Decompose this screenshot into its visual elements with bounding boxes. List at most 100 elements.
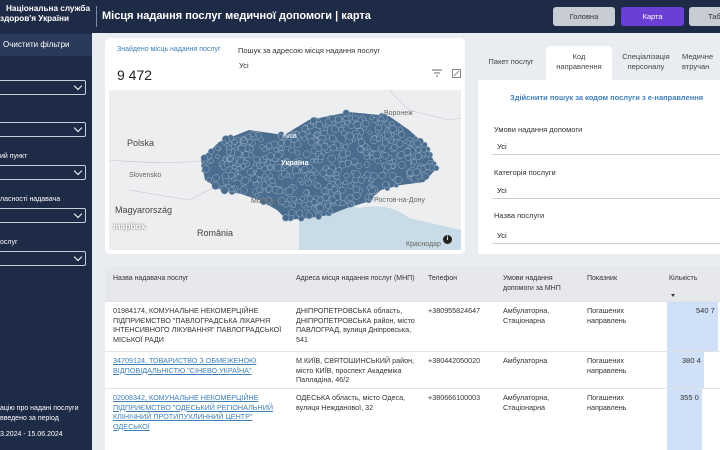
home-button[interactable]: Головна bbox=[553, 7, 615, 26]
map-marker[interactable] bbox=[227, 156, 233, 162]
map-marker[interactable] bbox=[241, 176, 250, 185]
map-marker[interactable] bbox=[241, 136, 246, 142]
map-marker[interactable] bbox=[335, 179, 342, 186]
map-marker[interactable] bbox=[215, 154, 220, 159]
tab-medical-intervention[interactable]: Медичне втручан bbox=[682, 46, 720, 80]
map-marker[interactable] bbox=[410, 163, 415, 168]
map-marker[interactable] bbox=[208, 148, 215, 155]
map-marker[interactable] bbox=[377, 120, 384, 126]
table-row[interactable]: 01984174, КОМУНАЛЬНЕ НЕКОМЕРЦІЙНЕ ПІДПРИ… bbox=[105, 301, 720, 351]
map-marker[interactable] bbox=[342, 180, 348, 185]
map-marker[interactable] bbox=[305, 212, 313, 220]
map-marker[interactable] bbox=[353, 185, 361, 193]
map-marker[interactable] bbox=[299, 180, 305, 186]
map-marker[interactable] bbox=[289, 173, 295, 179]
sort-desc-icon[interactable] bbox=[671, 294, 675, 297]
map-marker[interactable] bbox=[299, 130, 306, 138]
category-select[interactable]: Усі bbox=[492, 182, 720, 199]
map-marker[interactable] bbox=[265, 142, 273, 149]
filter-2-select[interactable] bbox=[0, 122, 86, 137]
filter-1-select[interactable] bbox=[0, 80, 86, 95]
map-marker[interactable] bbox=[246, 139, 253, 145]
col-provider[interactable]: Назва надавача послуг bbox=[113, 274, 283, 284]
map-marker[interactable] bbox=[269, 177, 276, 184]
map-marker[interactable] bbox=[367, 130, 373, 136]
map-marker[interactable] bbox=[339, 200, 346, 206]
provider-name[interactable]: 02008342, КОМУНАЛЬНЕ НЕКОМЕРЦІЙНЕ ПІДПРИ… bbox=[113, 393, 283, 431]
table-row[interactable]: 34709124, ТОВАРИСТВО З ОБМЕЖЕНОЮ ВІДПОВІ… bbox=[105, 351, 720, 388]
map-marker[interactable] bbox=[413, 139, 421, 148]
map-marker[interactable] bbox=[215, 145, 221, 151]
map-marker[interactable] bbox=[282, 214, 290, 222]
map-marker[interactable] bbox=[368, 194, 374, 200]
map-marker[interactable] bbox=[277, 139, 285, 147]
map-marker[interactable] bbox=[320, 187, 328, 195]
map-marker[interactable] bbox=[311, 167, 317, 173]
map-marker[interactable] bbox=[319, 169, 327, 177]
map-marker[interactable] bbox=[389, 125, 397, 133]
map-marker[interactable] bbox=[296, 209, 304, 217]
map-marker[interactable] bbox=[383, 120, 390, 127]
map-marker[interactable] bbox=[226, 148, 232, 155]
map-marker[interactable] bbox=[372, 150, 381, 159]
map-marker[interactable] bbox=[259, 144, 265, 150]
map-marker[interactable] bbox=[334, 171, 339, 176]
address-search-input[interactable]: Усі bbox=[236, 61, 451, 75]
map-marker[interactable] bbox=[329, 115, 336, 122]
col-indicator[interactable]: Показник bbox=[587, 274, 657, 284]
map-marker[interactable] bbox=[338, 186, 346, 194]
map-marker[interactable] bbox=[369, 115, 374, 121]
map-marker[interactable] bbox=[352, 115, 359, 122]
map[interactable]: Polska Slovensko Magyarország România Mo… bbox=[109, 90, 461, 250]
map-marker[interactable] bbox=[356, 133, 363, 140]
map-marker[interactable] bbox=[288, 209, 296, 217]
map-marker[interactable] bbox=[305, 129, 311, 134]
map-marker[interactable] bbox=[267, 165, 273, 171]
map-marker[interactable] bbox=[285, 173, 291, 178]
map-marker[interactable] bbox=[334, 115, 343, 123]
map-marker[interactable] bbox=[222, 177, 230, 185]
map-marker[interactable] bbox=[389, 138, 395, 144]
map-marker[interactable] bbox=[398, 161, 406, 169]
map-marker[interactable] bbox=[222, 157, 228, 162]
clear-filters-button[interactable]: Очистити фільтри bbox=[0, 34, 92, 56]
filter-3-select[interactable] bbox=[0, 165, 86, 180]
map-marker[interactable] bbox=[384, 163, 392, 171]
map-marker[interactable] bbox=[277, 197, 286, 205]
map-marker[interactable] bbox=[397, 151, 405, 159]
map-marker[interactable] bbox=[422, 172, 430, 181]
map-marker[interactable] bbox=[361, 119, 370, 128]
map-marker[interactable] bbox=[369, 177, 375, 183]
map-marker[interactable] bbox=[320, 142, 329, 151]
map-marker[interactable] bbox=[258, 136, 264, 143]
map-marker[interactable] bbox=[325, 168, 334, 177]
map-marker[interactable] bbox=[405, 155, 412, 162]
map-marker[interactable] bbox=[371, 135, 377, 141]
map-marker[interactable] bbox=[248, 145, 255, 152]
map-marker[interactable] bbox=[345, 150, 351, 157]
map-marker[interactable] bbox=[302, 150, 311, 158]
map-marker[interactable] bbox=[292, 166, 300, 174]
map-marker[interactable] bbox=[382, 181, 390, 189]
map-marker[interactable] bbox=[431, 161, 437, 166]
map-marker[interactable] bbox=[357, 176, 365, 184]
map-marker[interactable] bbox=[327, 208, 333, 214]
map-marker[interactable] bbox=[313, 138, 319, 143]
map-marker[interactable] bbox=[309, 158, 315, 164]
map-marker[interactable] bbox=[206, 177, 212, 183]
map-marker[interactable] bbox=[296, 198, 302, 205]
map-marker[interactable] bbox=[362, 143, 369, 149]
map-marker[interactable] bbox=[346, 202, 352, 208]
map-marker[interactable] bbox=[378, 171, 386, 180]
map-marker[interactable] bbox=[391, 144, 398, 151]
map-marker[interactable] bbox=[329, 196, 337, 204]
map-marker[interactable] bbox=[346, 132, 354, 141]
filter-4-select[interactable] bbox=[0, 208, 86, 223]
map-marker[interactable] bbox=[364, 171, 371, 179]
map-marker[interactable] bbox=[315, 121, 324, 129]
map-marker[interactable] bbox=[317, 153, 325, 161]
col-count[interactable]: Кількість bbox=[669, 274, 709, 284]
map-marker[interactable] bbox=[315, 213, 322, 220]
map-marker[interactable] bbox=[323, 126, 329, 132]
map-marker[interactable] bbox=[256, 186, 263, 193]
